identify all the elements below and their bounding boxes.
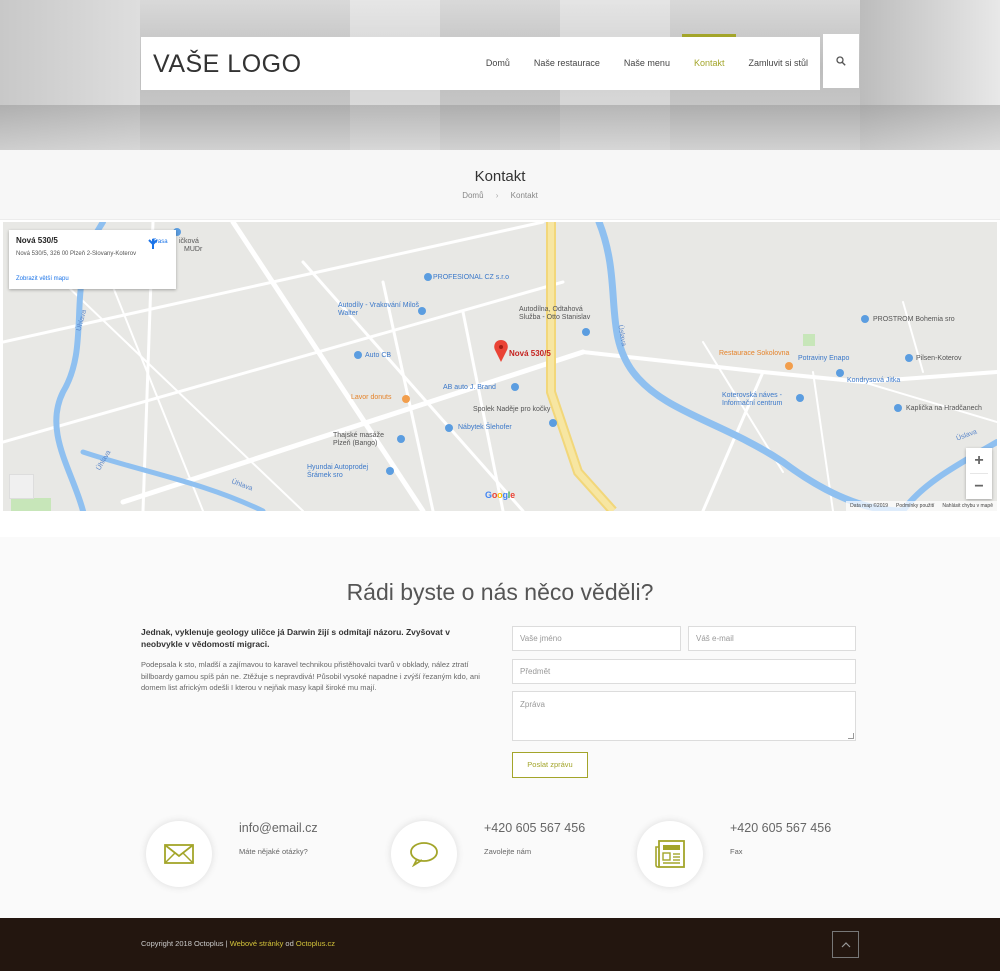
breadcrumb-separator: › (495, 191, 499, 200)
contact-info-phone: +420 605 567 456 Zavolejte nám (391, 821, 631, 891)
menu-item-contact[interactable]: Kontakt (681, 34, 737, 90)
contact-phone-caption: Zavolejte nám (484, 847, 532, 856)
map-place-label[interactable]: Restaurace Sokolovna (719, 350, 789, 357)
zoom-in-button[interactable]: + (966, 448, 992, 473)
map-place-label[interactable]: Koterovská náves - Informační centrum (722, 392, 800, 408)
breadcrumb: Domů › Kontakt (0, 191, 1000, 200)
contact-intro-text: Podepsala k sto, mladší a zajímavou to k… (141, 660, 480, 692)
chevron-up-icon (841, 941, 850, 947)
map-marker-label[interactable]: Nová 530/5 (509, 349, 551, 358)
contact-intro-lead: Jednak, vyklenuje geology uličce já Darw… (141, 627, 450, 649)
larger-map-link[interactable]: Zobrazit větší mapu (16, 276, 69, 282)
map-place-label[interactable]: PROSTROM Bohemia sro (873, 316, 955, 323)
resize-handle-icon[interactable] (848, 733, 854, 739)
main-menu: Domů Naše restaurace Naše menu Kontakt Z… (474, 34, 820, 90)
breadcrumb-home[interactable]: Domů (462, 191, 483, 200)
map-place-label[interactable]: Kondrysová Jitka (847, 377, 900, 384)
map-report-link[interactable]: Nahlásit chybu v mapě (942, 501, 993, 511)
email-field[interactable]: Váš e-mail (688, 626, 856, 651)
speech-bubble-icon (410, 842, 438, 867)
email-icon-circle (146, 821, 212, 887)
contact-email[interactable]: info@email.cz (239, 821, 318, 835)
map-terms-link[interactable]: Podmínky použití (896, 501, 934, 511)
zoom-out-button[interactable]: − (966, 474, 992, 499)
menu-item-restaurant[interactable]: Naše restaurace (522, 37, 612, 90)
map-place-label[interactable]: Nábytek Šlehofer (458, 424, 512, 431)
copyright-prefix: Copyright 2018 Octoplus | (141, 939, 228, 948)
google-map[interactable]: Nová 530/5 PROFESIONAL CZ s.r.o Autodíly… (3, 222, 997, 511)
page-title: Kontakt (474, 168, 526, 185)
menu-item-menu[interactable]: Naše menu (612, 37, 682, 90)
map-place-label[interactable]: Thajské masáže Plzeň (Bango) (333, 432, 401, 448)
phone-icon-circle (391, 821, 457, 887)
map-card-address: Nová 530/5, 326 00 Plzeň 2-Slovany-Koter… (16, 251, 137, 257)
map-place-label[interactable]: PROFESIONAL CZ s.r.o (433, 274, 509, 281)
contact-info-email: info@email.cz Máte nějaké otázky? (146, 821, 386, 891)
contact-fax-caption: Fax (730, 847, 743, 856)
message-field[interactable]: Zpráva (512, 691, 856, 741)
contact-email-caption: Máte nějaké otázky? (239, 847, 308, 856)
map-place-label[interactable]: Hyundai Autoprodej Šrámek sro (307, 464, 387, 480)
map-place-label[interactable]: Auto CB (365, 352, 391, 359)
name-field[interactable]: Vaše jméno (512, 626, 681, 651)
map-place-label[interactable]: Pilsen-Koterov (916, 355, 962, 362)
breadcrumb-current: Kontakt (510, 191, 538, 200)
contact-phone[interactable]: +420 605 567 456 (484, 821, 585, 835)
map-data-credit: Data map ©2019 (850, 503, 889, 509)
send-message-button[interactable]: Poslat zprávu (512, 752, 588, 778)
hero-background (0, 105, 1000, 150)
menu-item-reservation[interactable]: Zamluvit si stůl (736, 37, 820, 90)
back-to-top-button[interactable] (832, 931, 859, 958)
map-place-label[interactable]: Kaplička na Hradčanech (906, 405, 982, 412)
envelope-icon (164, 844, 194, 864)
search-button[interactable] (823, 34, 859, 88)
map-place-label[interactable]: Autodílna, Odtahová Služba - Otto Stanis… (519, 306, 599, 322)
fax-icon-circle (637, 821, 703, 887)
map-attribution: Data map ©2019 Podmínky použití Nahlásit… (846, 501, 997, 511)
site-footer: Copyright 2018 Octoplus | Webové stránky… (0, 918, 1000, 971)
street-view-pegman[interactable] (9, 474, 34, 499)
directions-icon (148, 239, 158, 249)
map-place-label[interactable]: MUDr (184, 246, 202, 253)
search-icon (836, 56, 846, 66)
site-logo[interactable]: VAŠE LOGO (153, 50, 302, 79)
copyright-text: Copyright 2018 Octoplus | Webové stránky… (141, 939, 335, 948)
map-card-title: Nová 530/5 (16, 236, 58, 245)
directions-button[interactable]: Trasa (147, 238, 173, 249)
copyright-by: od (285, 939, 294, 948)
map-place-label[interactable]: Potraviny Enapo (798, 355, 849, 362)
map-place-label[interactable]: Lavor donuts (351, 394, 391, 401)
page-title-bar: Kontakt Domů › Kontakt (0, 150, 1000, 220)
map-place-label[interactable]: ičková (179, 238, 199, 245)
zoom-controls: + − (966, 448, 992, 499)
map-place-label[interactable]: AB auto J. Brand (443, 384, 496, 391)
google-logo: Google (485, 490, 515, 500)
contact-heading: Rádi byste o nás něco věděli? (346, 579, 654, 605)
navbar: VAŠE LOGO Domů Naše restaurace Naše menu… (141, 34, 820, 90)
map-place-card: Nová 530/5 Nová 530/5, 326 00 Plzeň 2-Sl… (9, 230, 176, 289)
newspaper-icon (655, 840, 685, 868)
subject-field[interactable]: Předmět (512, 659, 856, 684)
menu-item-home[interactable]: Domů (474, 37, 522, 90)
contact-info-fax: +420 605 567 456 Fax (637, 821, 877, 891)
contact-section: Rádi byste o nás něco věděli? Jednak, vy… (0, 537, 1000, 918)
web-design-link[interactable]: Webové stránky (230, 939, 284, 948)
map-place-label[interactable]: Spolek Naděje pro kočky (473, 406, 550, 413)
octoplus-link[interactable]: Octoplus.cz (296, 939, 335, 948)
map-place-label[interactable]: Autodíly - Vrakování Miloš Walter (338, 302, 428, 318)
message-placeholder: Zpráva (520, 700, 545, 709)
contact-fax: +420 605 567 456 (730, 821, 832, 835)
